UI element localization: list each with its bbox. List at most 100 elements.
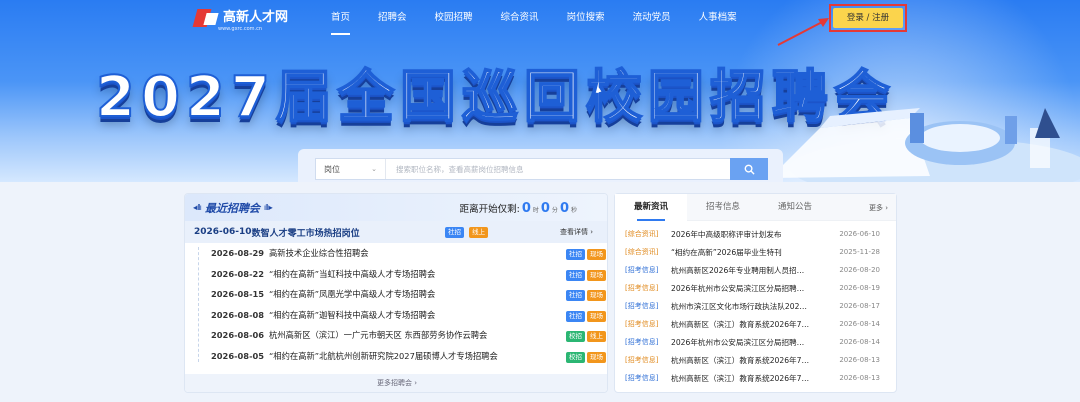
news-date: 2026-06-10: [839, 230, 880, 238]
news-item[interactable]: [综合资讯] 2026年中高级职称评审计划发布 2026-06-10: [615, 225, 896, 243]
search-button[interactable]: [730, 158, 768, 180]
featured-tags: 社招 线上: [443, 227, 489, 238]
fair-row[interactable]: 2026-08-06 杭州高新区（滨江）一广元市朝天区 东西部劳务协作云聘会 校…: [197, 325, 607, 346]
news-category: [招考信息]: [625, 284, 659, 292]
tag-badge: 现场: [587, 351, 606, 363]
search-bar: 岗位 ⌄ 搜索职位名称，查看高薪岗位招聘信息: [315, 158, 768, 180]
news-title: 2026年中高级职称评审计划发布: [671, 229, 782, 239]
fair-date: 2026-08-08: [211, 309, 265, 320]
search-input[interactable]: 搜索职位名称，查看高薪岗位招聘信息: [386, 164, 730, 175]
tag-badge: 社招: [566, 269, 585, 281]
fair-list: 2026-08-29 高新技术企业综合性招聘会 社招 现场 2026-08-22 …: [185, 243, 607, 366]
news-item[interactable]: [招考信息] 杭州高新区2026年专业聘用制人员招… 2026-08-20: [615, 261, 896, 279]
fair-row[interactable]: 2026-08-22 “相约在高新”当虹科技中高级人才专场招聘会 社招 现场: [197, 264, 607, 285]
news-date: 2026-08-14: [839, 338, 880, 346]
news-date: 2026-08-20: [839, 266, 880, 274]
tag-badge: 现场: [587, 269, 606, 281]
tag-badge: 社招: [445, 227, 464, 238]
news-title: 杭州高新区2026年专业聘用制人员招…: [671, 265, 805, 275]
tag-badge: 线上: [587, 331, 606, 342]
view-details-link[interactable]: 查看详情 ›: [560, 227, 593, 237]
fair-name: “相约在高新”当虹科技中高级人才专场招聘会: [269, 268, 436, 279]
tag-badge: 社招: [566, 249, 585, 260]
fair-row[interactable]: 2026-08-15 “相约在高新”凤凰光学中高级人才专场招聘会 社招 现场: [197, 284, 607, 305]
news-category: [招考信息]: [625, 338, 659, 346]
fair-date: 2026-08-15: [211, 289, 265, 300]
tab-notices[interactable]: 通知公告: [759, 194, 831, 221]
countdown-seconds-unit: 秒: [570, 207, 577, 214]
news-date: 2026-08-14: [839, 320, 880, 328]
tag-badge: 现场: [587, 249, 606, 260]
search-icon: [744, 164, 755, 175]
fair-row[interactable]: 2026-08-05 “相约在高新”北航杭州创新研究院2027届硕博人才专场招聘…: [197, 346, 607, 367]
fair-name: “相约在高新”迦智科技中高级人才专场招聘会: [269, 309, 436, 320]
news-item[interactable]: [招考信息] 2026年杭州市公安局滨江区分局招聘… 2026-08-19: [615, 279, 896, 297]
countdown-hours-unit: 时: [532, 207, 539, 214]
news-date: 2026-08-17: [839, 302, 880, 310]
fair-date: 2026-08-22: [211, 268, 265, 279]
featured-date: 2026-06-10: [194, 227, 252, 237]
countdown-minutes-unit: 分: [551, 207, 558, 214]
news-date: 2026-08-13: [839, 374, 880, 382]
news-item[interactable]: [招考信息] 杭州高新区（滨江）教育系统2026年7… 2026-08-13: [615, 369, 896, 387]
countdown: 距离开始仅剩: 0 时 0 分 0 秒: [460, 201, 577, 216]
tab-exam-info[interactable]: 招考信息: [687, 194, 759, 221]
fair-row[interactable]: 2026-08-08 “相约在高新”迦智科技中高级人才专场招聘会 社招 现场: [197, 305, 607, 326]
news-item[interactable]: [招考信息] 2026年杭州市公安局滨江区分局招聘… 2026-08-14: [615, 333, 896, 351]
news-item[interactable]: [招考信息] 杭州高新区（滨江）教育系统2026年7… 2026-08-14: [615, 315, 896, 333]
search-type-label: 岗位: [324, 164, 340, 174]
news-category: [综合资讯]: [625, 248, 659, 256]
tag-badge: 校招: [566, 351, 585, 363]
fair-name: 高新技术企业综合性招聘会: [269, 248, 369, 259]
fair-name: “相约在高新”凤凰光学中高级人才专场招聘会: [269, 289, 436, 300]
news-item[interactable]: [招考信息] 杭州市滨江区文化市场行政执法队202… 2026-08-17: [615, 297, 896, 315]
news-more-link[interactable]: 更多 ›: [869, 203, 888, 213]
tab-latest-news[interactable]: 最新资讯: [615, 193, 687, 221]
recent-fairs-header: ◂ıllı 最近招聘会 ıllı▸ 距离开始仅剩: 0 时 0 分 0 秒: [185, 194, 607, 221]
news-title: 杭州高新区（滨江）教育系统2026年7…: [671, 373, 810, 383]
news-category: [招考信息]: [625, 320, 659, 328]
news-date: 2025-11-28: [839, 248, 880, 256]
news-category: [招考信息]: [625, 356, 659, 364]
countdown-hours: 0: [521, 201, 531, 216]
fair-date: 2026-08-06: [211, 330, 265, 341]
sound-wave-icon: ◂ıllı: [193, 203, 202, 212]
search-type-select[interactable]: 岗位 ⌄: [316, 159, 386, 179]
countdown-label: 距离开始仅剩:: [459, 204, 520, 215]
chevron-down-icon: ⌄: [371, 165, 377, 173]
tag-badge: 线上: [469, 227, 489, 238]
news-date: 2026-08-13: [839, 356, 880, 364]
fair-row[interactable]: 2026-08-29 高新技术企业综合性招聘会 社招 现场: [197, 243, 607, 264]
sound-wave-icon: ıllı▸: [263, 203, 273, 212]
news-item[interactable]: [招考信息] 杭州高新区（滨江）教育系统2026年7… 2026-08-13: [615, 351, 896, 369]
news-category: [综合资讯]: [625, 230, 659, 238]
tag-badge: 社招: [566, 290, 585, 301]
news-title: 杭州高新区（滨江）教育系统2026年7…: [671, 319, 810, 329]
news-card: 最新资讯 招考信息 通知公告 更多 › [综合资讯] 2026年中高级职称评审计划…: [614, 193, 897, 393]
news-category: [招考信息]: [625, 374, 659, 382]
countdown-seconds: 0: [559, 201, 569, 216]
news-title: 2026年杭州市公安局滨江区分局招聘…: [671, 337, 805, 347]
news-tabs: 最新资讯 招考信息 通知公告 更多 ›: [615, 193, 896, 221]
recent-fairs-title: 最近招聘会: [204, 201, 260, 215]
featured-title: 数智人才零工市场热招岗位: [251, 228, 360, 239]
news-category: [招考信息]: [625, 266, 659, 274]
fair-name: “相约在高新”北航杭州创新研究院2027届硕博人才专场招聘会: [269, 350, 498, 361]
more-fairs-link[interactable]: 更多招聘会 ›: [185, 374, 607, 392]
news-list: [综合资讯] 2026年中高级职称评审计划发布 2026-06-10 [综合资讯] “…: [615, 221, 896, 387]
news-title: 2026年杭州市公安局滨江区分局招聘…: [671, 283, 805, 293]
news-title: 杭州市滨江区文化市场行政执法队202…: [671, 301, 807, 311]
tag-badge: 校招: [566, 331, 585, 342]
fair-date: 2026-08-05: [211, 350, 265, 361]
news-item[interactable]: [综合资讯] “相约在高新”2026届毕业生特刊 2025-11-28: [615, 243, 896, 261]
news-date: 2026-08-19: [839, 284, 880, 292]
tag-badge: 现场: [587, 290, 606, 301]
recent-fairs-card: ◂ıllı 最近招聘会 ıllı▸ 距离开始仅剩: 0 时 0 分 0 秒 20…: [184, 193, 608, 393]
featured-fair[interactable]: 2026-06-10 数智人才零工市场热招岗位 社招 线上 查看详情 ›: [185, 221, 607, 243]
fair-date: 2026-08-29: [211, 248, 265, 259]
campus-illustration: [770, 108, 1080, 182]
news-title: “相约在高新”2026届毕业生特刊: [671, 247, 782, 257]
fair-name: 杭州高新区（滨江）一广元市朝天区 东西部劳务协作云聘会: [269, 330, 488, 341]
tag-badge: 现场: [587, 310, 606, 322]
news-title: 杭州高新区（滨江）教育系统2026年7…: [671, 355, 810, 365]
